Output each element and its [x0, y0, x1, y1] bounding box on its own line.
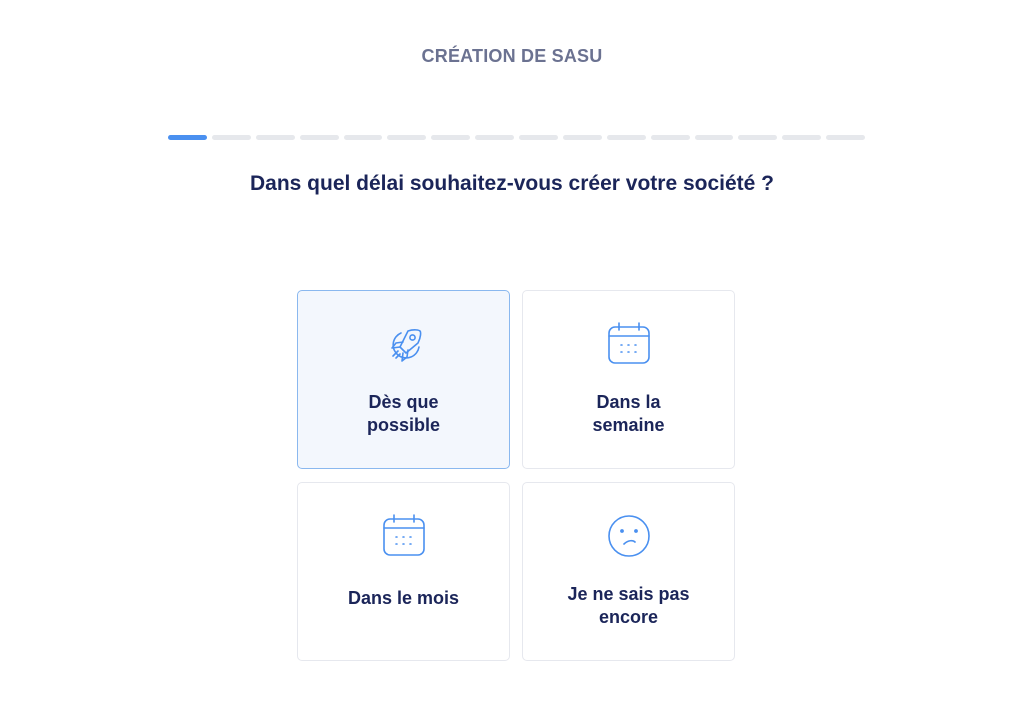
option-label-line: encore [598, 607, 659, 627]
progress-segment [606, 135, 646, 140]
option-label-line: Dans la [596, 392, 661, 412]
option-week[interactable]: Dans la semaine [522, 290, 735, 469]
option-label: Je ne sais pas encore [523, 583, 734, 629]
question-title: Dans quel délai souhaitez-vous créer vot… [249, 172, 774, 195]
option-label-line: semaine [592, 415, 665, 435]
option-label: Dans la semaine [523, 391, 734, 437]
option-label-line: possible [366, 415, 441, 435]
confused-face-icon [606, 513, 652, 559]
option-label: Dans le mois [298, 587, 509, 610]
page: CRÉATION DE SASU Dans quel délai souhait… [0, 0, 1024, 713]
option-label-line: Je ne sais pas [567, 584, 690, 604]
progress-segment [782, 135, 822, 140]
progress-segment [738, 135, 778, 140]
progress-bar [168, 135, 865, 140]
progress-segment [255, 135, 295, 140]
option-month[interactable]: Dans le mois [297, 482, 510, 661]
progress-segment [387, 135, 427, 140]
progress-segment [694, 135, 734, 140]
progress-segment [650, 135, 690, 140]
option-unsure[interactable]: Je ne sais pas encore [522, 482, 735, 661]
calendar-icon [606, 321, 652, 367]
option-label: Dès que possible [298, 391, 509, 437]
option-label-line: Dans le mois [347, 588, 460, 608]
options-grid: Dès que possible Dans la semaine Dans le… [297, 290, 736, 661]
progress-segment [211, 135, 251, 140]
page-header-title: CRÉATION DE SASU [421, 46, 603, 66]
progress-segment [299, 135, 339, 140]
progress-segment [562, 135, 602, 140]
progress-segment [431, 135, 471, 140]
calendar-icon [381, 513, 427, 559]
progress-segment [826, 135, 865, 140]
rocket-icon [381, 321, 427, 367]
progress-segment [475, 135, 514, 140]
progress-segment [519, 135, 558, 140]
option-label-line: Dès que [368, 392, 439, 412]
option-asap[interactable]: Dès que possible [297, 290, 510, 469]
progress-segment [343, 135, 383, 140]
progress-segment-active [168, 135, 207, 140]
